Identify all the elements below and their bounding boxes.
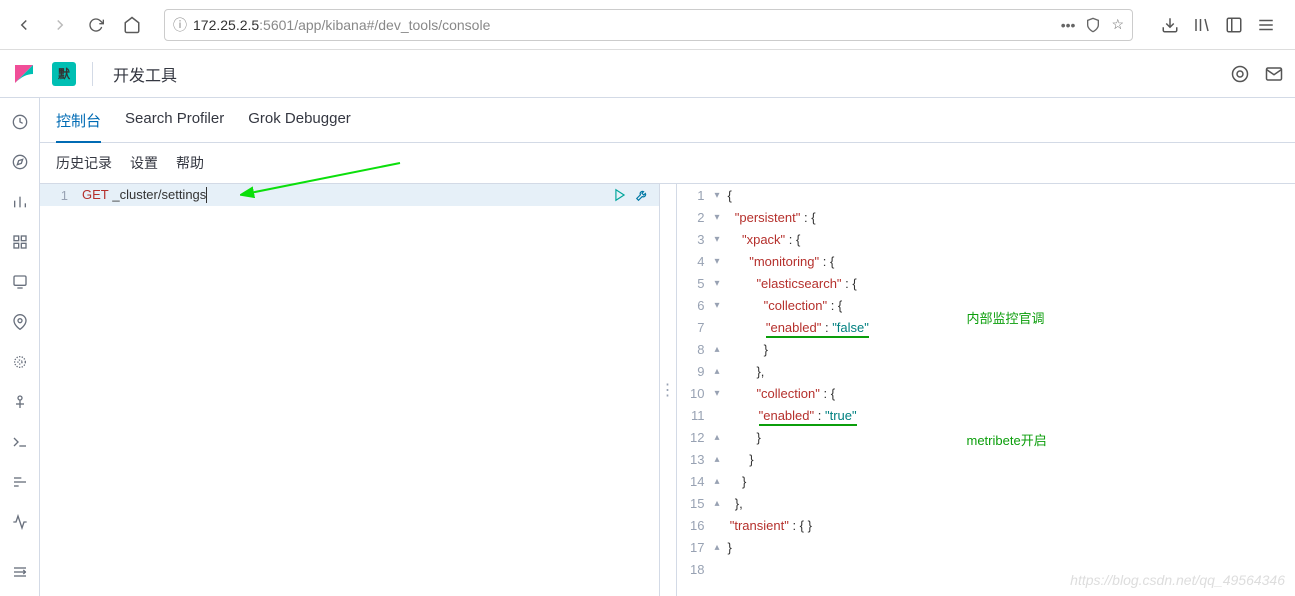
- line-number: 2: [677, 210, 713, 225]
- url-bar[interactable]: ⓘ 172.25.2.5:5601/app/kibana#/dev_tools/…: [164, 9, 1133, 41]
- line-number: 7: [677, 320, 713, 335]
- settings-link[interactable]: 设置: [130, 153, 158, 173]
- tab-grok-debugger[interactable]: Grok Debugger: [248, 110, 351, 142]
- nav-recent-icon[interactable]: [10, 112, 30, 132]
- line-number: 1: [40, 188, 76, 203]
- line-number: 16: [677, 518, 713, 533]
- line-number: 15: [677, 496, 713, 511]
- home-button[interactable]: [118, 11, 146, 39]
- annotation-1: 内部监控官调: [967, 308, 1045, 327]
- sidebar-icon[interactable]: [1225, 16, 1243, 34]
- http-method: GET: [82, 187, 109, 202]
- send-request-icon[interactable]: [613, 188, 627, 202]
- dots-icon[interactable]: •••: [1061, 17, 1076, 33]
- line-number: 5: [677, 276, 713, 291]
- response-viewer[interactable]: 1▾{ 2▾ "persistent" : { 3▾ "xpack" : { 4…: [677, 183, 1295, 596]
- line-number: 12: [677, 430, 713, 445]
- nav-ml-icon[interactable]: [10, 352, 30, 372]
- line-number: 10: [677, 386, 713, 401]
- line-number: 13: [677, 452, 713, 467]
- nav-maps-icon[interactable]: [10, 312, 30, 332]
- dev-tools-tabs: 控制台 Search Profiler Grok Debugger: [40, 98, 1295, 143]
- forward-button[interactable]: [46, 11, 74, 39]
- nav-dashboard-icon[interactable]: [10, 232, 30, 252]
- reload-button[interactable]: [82, 11, 110, 39]
- request-path: _cluster/settings: [109, 187, 207, 202]
- line-number: 3: [677, 232, 713, 247]
- annotation-2: metribete开启: [967, 430, 1047, 449]
- line-number: 14: [677, 474, 713, 489]
- nav-canvas-icon[interactable]: [10, 272, 30, 292]
- mail-icon[interactable]: [1265, 65, 1283, 83]
- watermark: https://blog.csdn.net/qq_49564346: [1070, 572, 1285, 588]
- kibana-header: 默 开发工具: [0, 50, 1295, 98]
- line-number: 1: [677, 188, 713, 203]
- wrench-icon[interactable]: [635, 188, 649, 202]
- back-button[interactable]: [10, 11, 38, 39]
- download-icon[interactable]: [1161, 16, 1179, 34]
- line-number: 6: [677, 298, 713, 313]
- tab-console[interactable]: 控制台: [56, 110, 101, 143]
- pane-resize-handle[interactable]: ⋮: [659, 183, 677, 596]
- help-link[interactable]: 帮助: [176, 153, 204, 173]
- console-toolbar: 历史记录 设置 帮助: [40, 143, 1295, 183]
- line-number: 18: [677, 562, 713, 577]
- nav-infra-icon[interactable]: [10, 392, 30, 412]
- nav-logs-icon[interactable]: [10, 432, 30, 452]
- kibana-nav-sidebar: [0, 98, 40, 596]
- nav-expand-icon[interactable]: [10, 562, 30, 582]
- nav-apm-icon[interactable]: [10, 472, 30, 492]
- app-title: 开发工具: [113, 62, 177, 86]
- nav-visualize-icon[interactable]: [10, 192, 30, 212]
- newsfeed-icon[interactable]: [1231, 65, 1249, 83]
- browser-toolbar: ⓘ 172.25.2.5:5601/app/kibana#/dev_tools/…: [0, 0, 1295, 50]
- space-badge[interactable]: 默: [52, 62, 76, 86]
- info-icon: ⓘ: [173, 15, 187, 35]
- menu-icon[interactable]: [1257, 16, 1275, 34]
- library-icon[interactable]: [1193, 16, 1211, 34]
- line-number: 17: [677, 540, 713, 555]
- line-number: 11: [677, 408, 713, 423]
- request-editor[interactable]: 1 GET _cluster/settings: [40, 183, 659, 596]
- star-icon[interactable]: ☆: [1111, 16, 1124, 33]
- nav-uptime-icon[interactable]: [10, 512, 30, 532]
- text-cursor: [206, 187, 207, 203]
- line-number: 8: [677, 342, 713, 357]
- line-number: 9: [677, 364, 713, 379]
- nav-discover-icon[interactable]: [10, 152, 30, 172]
- shield-icon[interactable]: [1085, 17, 1101, 33]
- line-number: 4: [677, 254, 713, 269]
- tab-search-profiler[interactable]: Search Profiler: [125, 110, 224, 142]
- url-text: 172.25.2.5:5601/app/kibana#/dev_tools/co…: [193, 17, 1055, 33]
- history-link[interactable]: 历史记录: [56, 153, 112, 173]
- kibana-logo-icon[interactable]: [12, 62, 36, 86]
